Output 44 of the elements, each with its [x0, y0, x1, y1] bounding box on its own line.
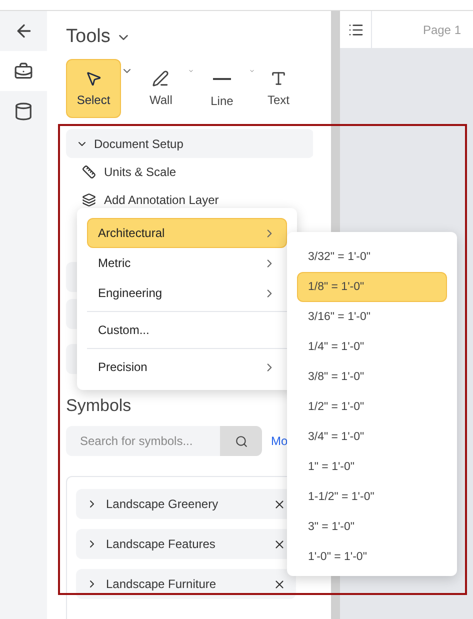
menu-item[interactable]: 3/32" = 1'-0": [297, 242, 447, 272]
menu-item[interactable]: 1/8" = 1'-0": [297, 272, 447, 302]
database-icon: [14, 102, 33, 120]
pointer-icon: [85, 70, 102, 87]
menu-item[interactable]: Architectural: [87, 218, 287, 248]
pen-icon: [152, 70, 170, 87]
menu-item[interactable]: Precision: [87, 352, 287, 382]
menu-item[interactable]: Add Annotation Layer: [104, 193, 219, 207]
tool-button[interactable]: Line: [194, 59, 250, 118]
tool-button[interactable]: Text: [255, 59, 302, 118]
menu-item[interactable]: 1'-0" = 1'-0": [297, 542, 447, 572]
line-icon: [212, 78, 231, 80]
search-field[interactable]: Search for symbols...: [66, 426, 220, 456]
tool-button[interactable]: Wall: [133, 59, 188, 118]
menu-item[interactable]: 1/2" = 1'-0": [297, 392, 447, 422]
layers-icon: [82, 193, 96, 207]
menu-item[interactable]: 1-1/2" = 1'-0": [297, 482, 447, 512]
menu-item[interactable]: 3/16" = 1'-0": [297, 302, 447, 332]
section-title: Document Setup: [94, 136, 184, 150]
briefcase-icon: [14, 62, 33, 80]
more-link[interactable]: Mo: [271, 434, 288, 448]
panel-title[interactable]: Tools: [66, 26, 110, 48]
menu-item[interactable]: 3" = 1'-0": [297, 512, 447, 542]
menu-item[interactable]: Engineering: [87, 278, 287, 308]
menu-item[interactable]: 1" = 1'-0": [297, 452, 447, 482]
close-icon: [273, 538, 286, 550]
page-title: Page 1: [422, 22, 462, 36]
section-header[interactable]: Document Setup: [66, 129, 313, 158]
tool-button[interactable]: Select: [66, 59, 121, 118]
menu-item[interactable]: 1/4" = 1'-0": [297, 332, 447, 362]
search-icon: [234, 434, 248, 448]
menu-item[interactable]: Units & Scale: [104, 165, 176, 179]
menu-item[interactable]: 3/8" = 1'-0": [297, 362, 447, 392]
list-icon: [348, 22, 364, 38]
symbol-group[interactable]: Landscape Furniture: [76, 569, 296, 599]
rail-button[interactable]: [0, 51, 47, 91]
menu-item[interactable]: 3/4" = 1'-0": [297, 422, 447, 452]
close-icon: [273, 578, 286, 590]
menu-item[interactable]: Custom...: [87, 315, 287, 345]
ruler-icon: [82, 165, 96, 179]
close-icon: [273, 498, 286, 510]
text-icon: [270, 70, 287, 87]
search-button[interactable]: [220, 426, 262, 456]
menu-item[interactable]: Metric: [87, 248, 287, 278]
